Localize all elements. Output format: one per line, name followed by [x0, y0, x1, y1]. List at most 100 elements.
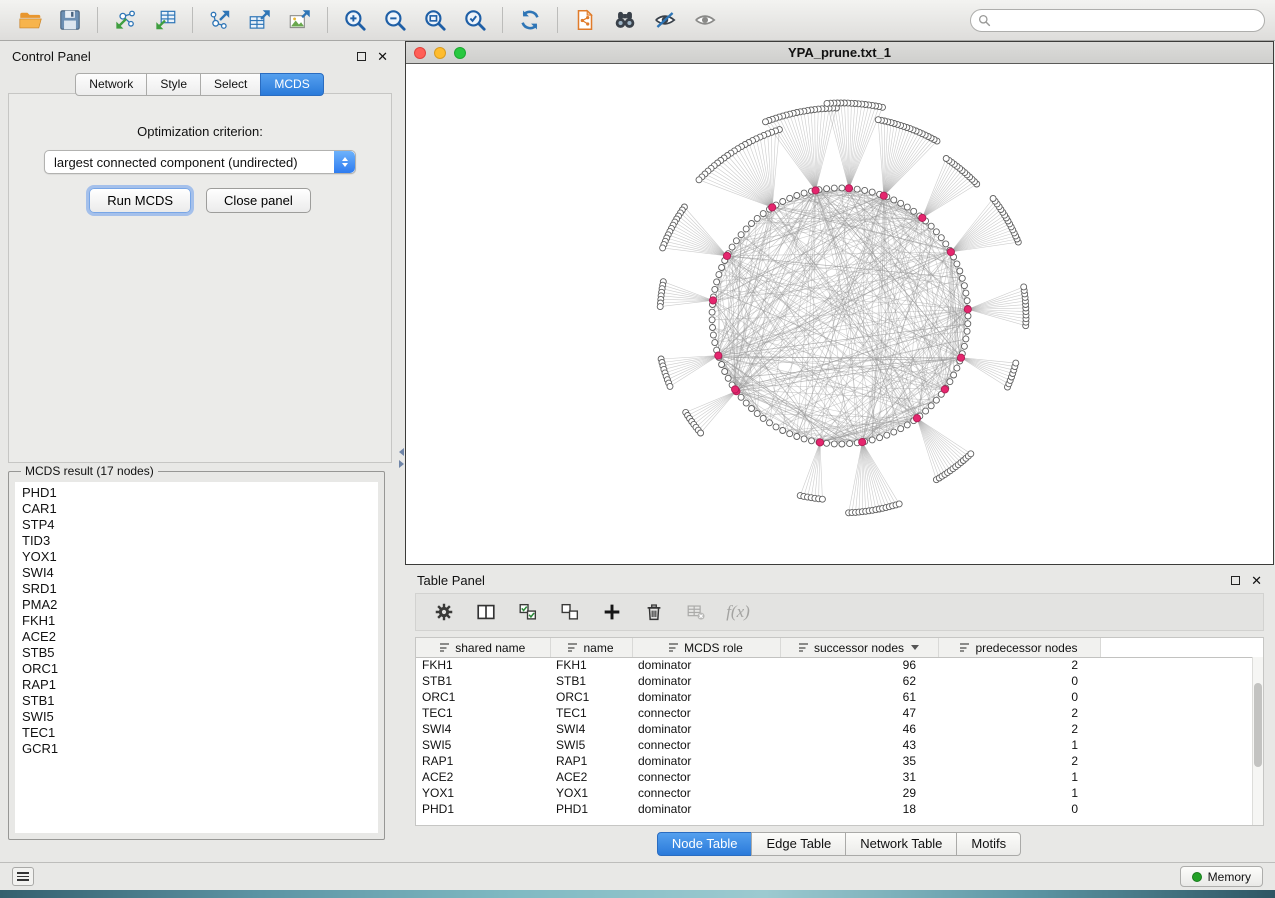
mcds-result-item[interactable]: YOX1 — [22, 549, 378, 565]
tab-network[interactable]: Network — [75, 73, 147, 96]
share-document-button[interactable] — [565, 4, 605, 36]
mcds-result-list: PHD1CAR1STP4TID3YOX1SWI4SRD1PMA2FKH1ACE2… — [15, 482, 378, 833]
open-file-button[interactable] — [10, 4, 50, 36]
zoom-out-button[interactable] — [375, 4, 415, 36]
zoom-in-button[interactable] — [335, 4, 375, 36]
hide-details-button[interactable] — [645, 4, 685, 36]
table-row[interactable]: SWI4SWI4dominator462 — [416, 721, 1263, 737]
import-network-icon — [112, 7, 138, 33]
select-all-button[interactable] — [512, 597, 544, 627]
table-cell: STB1 — [416, 673, 550, 689]
dropdown-value: largest connected component (undirected) — [54, 155, 298, 170]
tab-motifs[interactable]: Motifs — [956, 832, 1021, 856]
toolbar-separator — [327, 7, 328, 33]
export-table-button[interactable] — [240, 4, 280, 36]
memory-button[interactable]: Memory — [1180, 866, 1263, 887]
mcds-result-item[interactable]: PMA2 — [22, 597, 378, 613]
close-panel-icon[interactable]: ✕ — [377, 50, 388, 63]
mcds-result-item[interactable]: PHD1 — [22, 485, 378, 501]
network-canvas[interactable] — [406, 64, 1272, 563]
column-header-shared-name[interactable]: shared name — [416, 638, 550, 657]
mcds-result-item[interactable]: ORC1 — [22, 661, 378, 677]
mcds-result-item[interactable]: SWI4 — [22, 565, 378, 581]
add-column-button[interactable] — [596, 597, 628, 627]
table-cell: ACE2 — [550, 769, 632, 785]
export-image-button[interactable] — [280, 4, 320, 36]
zoom-selected-button[interactable] — [455, 4, 495, 36]
column-label: successor nodes — [814, 641, 904, 655]
table-row[interactable]: ORC1ORC1dominator610 — [416, 689, 1263, 705]
search-field[interactable] — [970, 9, 1265, 32]
mcds-result-item[interactable]: STP4 — [22, 517, 378, 533]
mcds-result-item[interactable]: ACE2 — [22, 629, 378, 645]
table-row[interactable]: SWI5SWI5connector431 — [416, 737, 1263, 753]
mcds-result-item[interactable]: STB1 — [22, 693, 378, 709]
zoom-fit-button[interactable] — [415, 4, 455, 36]
mcds-result-item[interactable]: CAR1 — [22, 501, 378, 517]
tab-network-table[interactable]: Network Table — [845, 832, 957, 856]
mcds-result-item[interactable]: RAP1 — [22, 677, 378, 693]
sort-icon — [440, 643, 450, 652]
find-button[interactable] — [605, 4, 645, 36]
run-mcds-button[interactable]: Run MCDS — [89, 188, 191, 213]
export-network-button[interactable] — [200, 4, 240, 36]
show-columns-button[interactable] — [470, 597, 502, 627]
tab-node-table[interactable]: Node Table — [657, 832, 753, 856]
mcds-result-item[interactable]: SWI5 — [22, 709, 378, 725]
close-panel-icon[interactable]: ✕ — [1251, 574, 1262, 587]
export-network-icon — [207, 7, 233, 33]
table-cell: 2 — [938, 753, 1100, 769]
table-row[interactable]: STB1STB1dominator620 — [416, 673, 1263, 689]
refresh-button[interactable] — [510, 4, 550, 36]
table-cell: dominator — [632, 673, 780, 689]
tab-mcds[interactable]: MCDS — [260, 73, 323, 96]
mcds-result-item[interactable]: FKH1 — [22, 613, 378, 629]
tab-style[interactable]: Style — [146, 73, 201, 96]
mcds-result-item[interactable]: SRD1 — [22, 581, 378, 597]
close-panel-button[interactable]: Close panel — [206, 188, 311, 213]
column-header-MCDS-role[interactable]: MCDS role — [632, 638, 780, 657]
tab-select[interactable]: Select — [200, 73, 261, 96]
function-builder-button[interactable]: f(x) — [722, 597, 754, 627]
delete-column-button[interactable] — [638, 597, 670, 627]
mcds-result-item[interactable]: GCR1 — [22, 741, 378, 757]
table-row[interactable]: FKH1FKH1dominator962 — [416, 657, 1263, 673]
delete-table-button[interactable] — [680, 597, 712, 627]
table-toolbar: f(x) — [415, 593, 1264, 631]
import-table-button[interactable] — [145, 4, 185, 36]
control-panel: Control Panel ✕ NetworkStyleSelectMCDS O… — [0, 41, 400, 862]
collapse-right-icon — [399, 460, 404, 468]
table-row[interactable]: TEC1TEC1connector472 — [416, 705, 1263, 721]
table-settings-button[interactable] — [428, 597, 460, 627]
deselect-all-button[interactable] — [554, 597, 586, 627]
show-details-button[interactable] — [685, 4, 725, 36]
panel-menu-button[interactable] — [12, 867, 34, 886]
import-network-button[interactable] — [105, 4, 145, 36]
save-session-button[interactable] — [50, 4, 90, 36]
tab-edge-table[interactable]: Edge Table — [751, 832, 846, 856]
float-panel-icon[interactable] — [1231, 576, 1240, 585]
table-cell: 46 — [780, 721, 938, 737]
select-all-icon — [517, 601, 539, 623]
column-header-name[interactable]: name — [550, 638, 632, 657]
table-cell-filler — [1100, 769, 1263, 785]
mcds-result-item[interactable]: TEC1 — [22, 725, 378, 741]
table-row[interactable]: PHD1PHD1dominator180 — [416, 801, 1263, 817]
search-input[interactable] — [996, 13, 1257, 27]
float-panel-icon[interactable] — [357, 52, 366, 61]
table-cell: dominator — [632, 689, 780, 705]
mcds-result-item[interactable]: TID3 — [22, 533, 378, 549]
table-row[interactable]: RAP1RAP1dominator352 — [416, 753, 1263, 769]
table-cell-filler — [1100, 753, 1263, 769]
table-row[interactable]: YOX1YOX1connector291 — [416, 785, 1263, 801]
table-cell: PHD1 — [550, 801, 632, 817]
column-header-successor-nodes[interactable]: successor nodes — [780, 638, 938, 657]
table-cell: 35 — [780, 753, 938, 769]
mcds-result-item[interactable]: STB5 — [22, 645, 378, 661]
optimization-criterion-dropdown[interactable]: largest connected component (undirected) — [44, 150, 356, 174]
table-cell: RAP1 — [416, 753, 550, 769]
column-header-predecessor-nodes[interactable]: predecessor nodes — [938, 638, 1100, 657]
scrollbar-thumb[interactable] — [1254, 683, 1262, 767]
table-scrollbar[interactable] — [1252, 657, 1263, 825]
table-row[interactable]: ACE2ACE2connector311 — [416, 769, 1263, 785]
